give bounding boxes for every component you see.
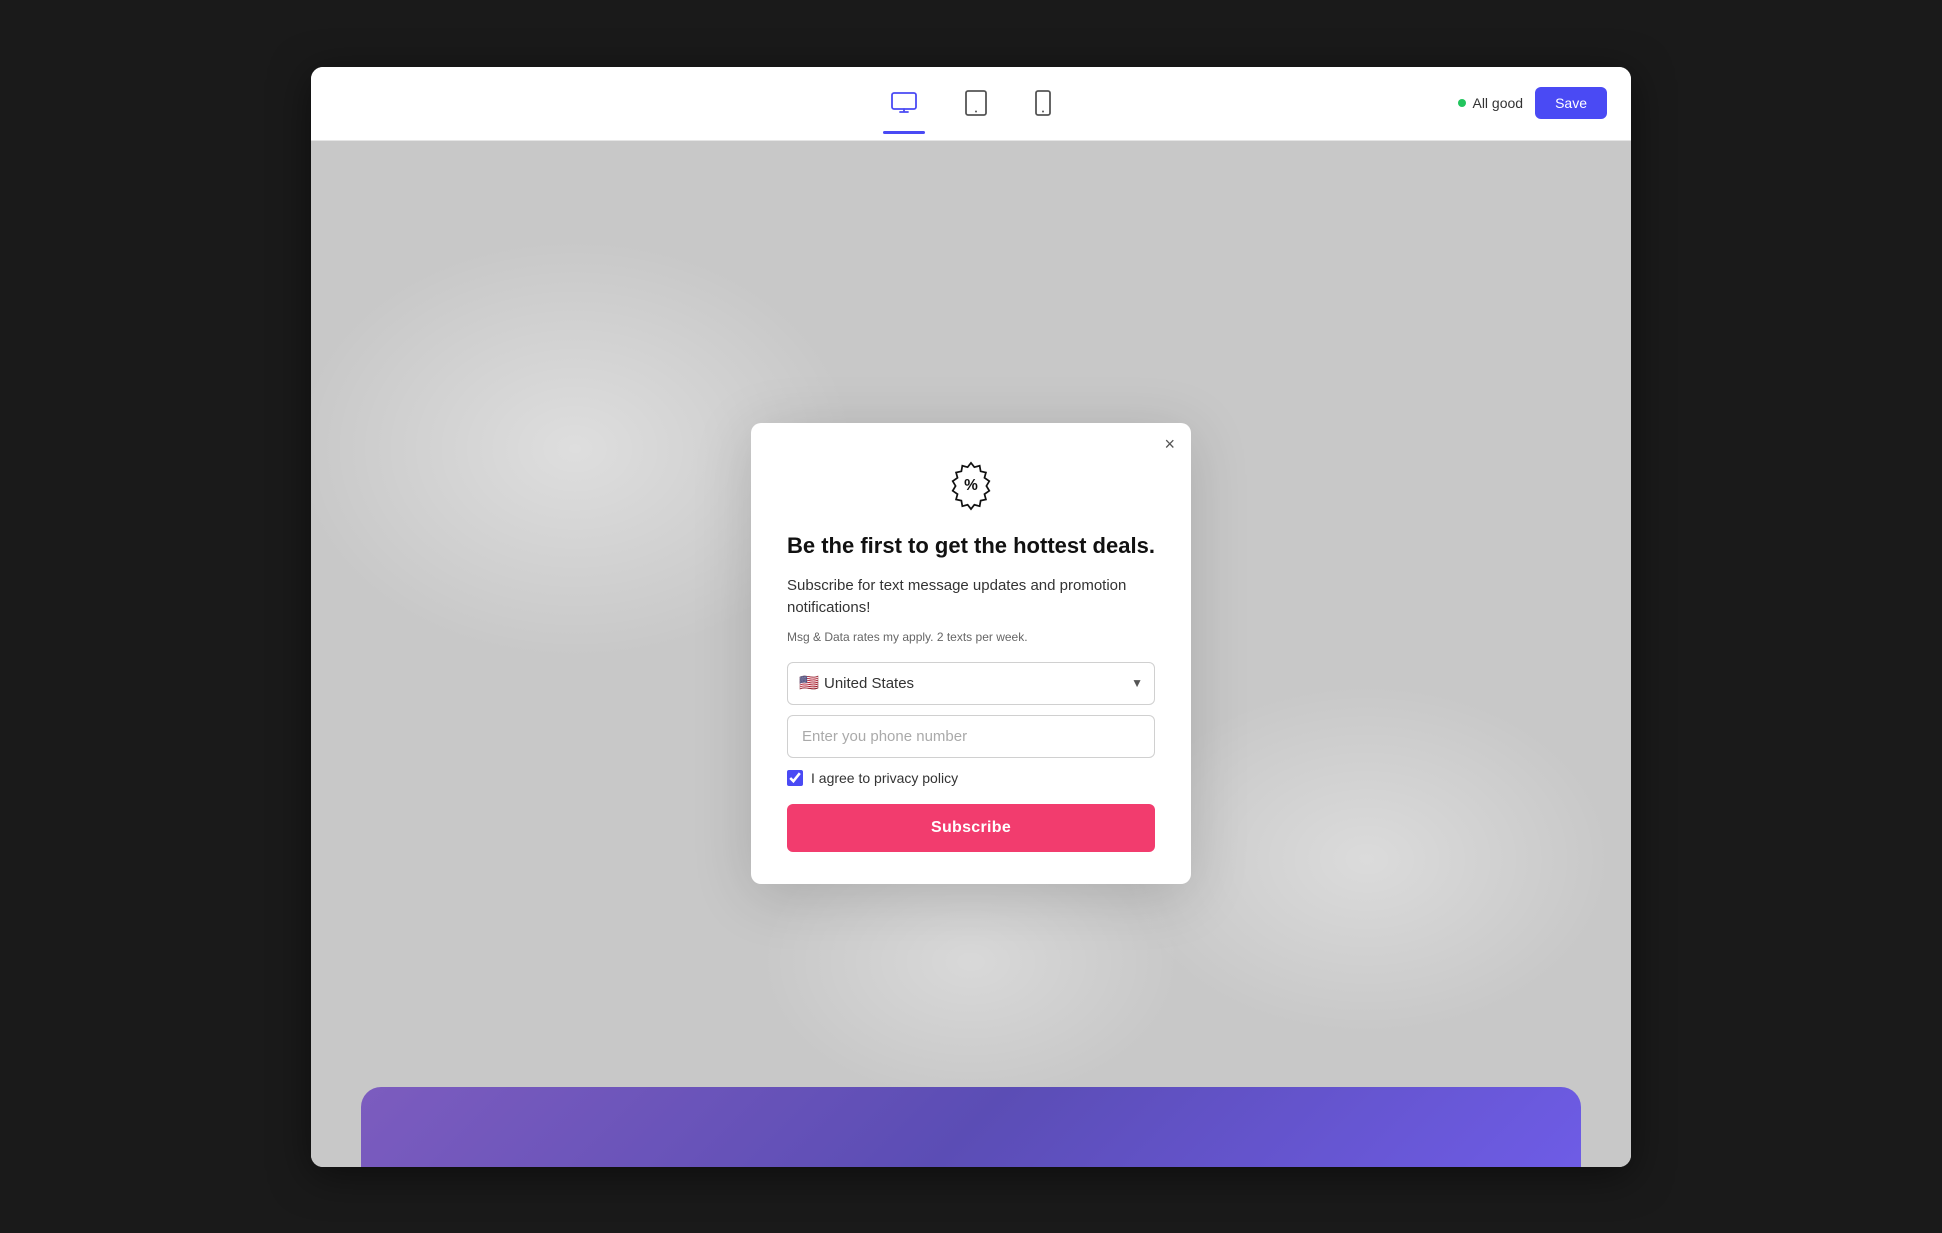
country-select[interactable]: United States Canada United Kingdom Aust…: [787, 662, 1155, 705]
privacy-row: I agree to privacy policy: [787, 770, 1155, 786]
modal-icon: %: [787, 459, 1155, 516]
privacy-label[interactable]: I agree to privacy policy: [811, 770, 958, 786]
status-indicator: All good: [1458, 95, 1523, 111]
device-icon-group: [883, 82, 1059, 124]
purple-bar: [361, 1087, 1581, 1167]
modal-title: Be the first to get the hottest deals.: [787, 532, 1155, 561]
status-dot: [1458, 99, 1466, 107]
modal-overlay: × % Be the first to get the hottest deal…: [751, 423, 1191, 884]
privacy-checkbox[interactable]: [787, 770, 803, 786]
toolbar-right: All good Save: [1458, 87, 1607, 119]
save-button[interactable]: Save: [1535, 87, 1607, 119]
phone-number-input[interactable]: [787, 715, 1155, 758]
desktop-device-button[interactable]: [883, 84, 925, 122]
subscribe-button[interactable]: Subscribe: [787, 804, 1155, 852]
subscribe-modal: × % Be the first to get the hottest deal…: [751, 423, 1191, 884]
modal-disclaimer: Msg & Data rates my apply. 2 texts per w…: [787, 630, 1155, 644]
modal-description: Subscribe for text message updates and p…: [787, 575, 1155, 620]
tablet-device-button[interactable]: [957, 82, 995, 124]
modal-close-button[interactable]: ×: [1164, 435, 1175, 453]
browser-window: All good Save × % Be the first to: [311, 67, 1631, 1167]
svg-text:%: %: [964, 477, 978, 494]
toolbar: All good Save: [311, 67, 1631, 141]
mobile-device-button[interactable]: [1027, 82, 1059, 124]
canvas-area: × % Be the first to get the hottest deal…: [311, 141, 1631, 1167]
discount-badge-icon: %: [945, 459, 997, 511]
status-text: All good: [1472, 95, 1523, 111]
country-select-wrapper: 🇺🇸 United States Canada United Kingdom A…: [787, 662, 1155, 705]
